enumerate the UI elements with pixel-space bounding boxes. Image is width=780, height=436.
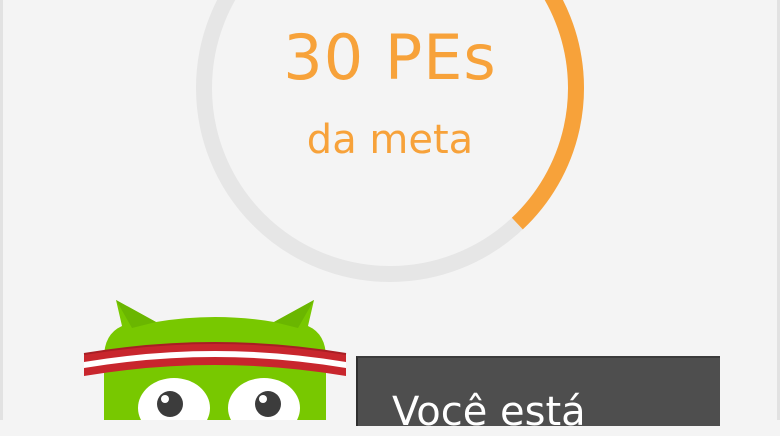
owl-mascot-icon [83, 300, 347, 420]
goal-caption: da meta [306, 117, 474, 163]
goal-points-value: 30 PEs [283, 21, 497, 94]
message-text: Você está [392, 389, 586, 435]
message-box: Você está [356, 356, 720, 435]
